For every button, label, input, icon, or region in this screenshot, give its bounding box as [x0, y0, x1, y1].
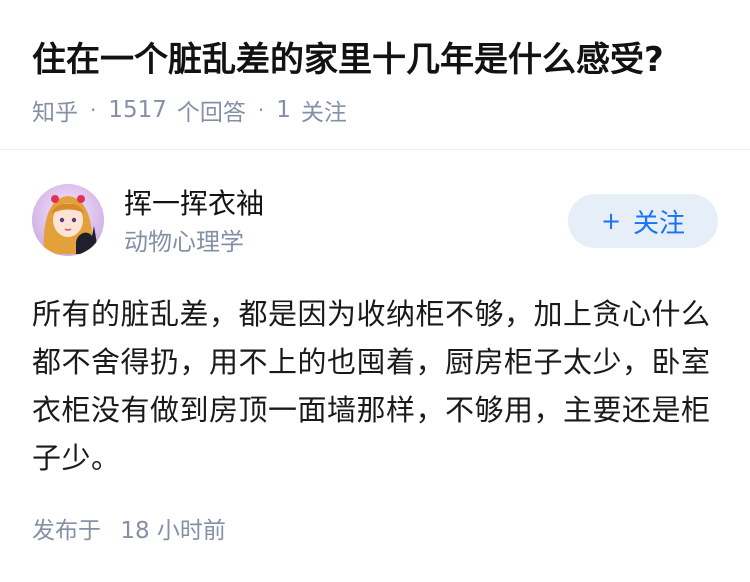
answer-count[interactable]: 1517	[108, 97, 167, 123]
meta-separator: ·	[257, 98, 265, 122]
publish-label: 发布于	[32, 518, 101, 544]
answer-time: 发布于 18 小时前	[32, 514, 226, 548]
answer-author: 挥一挥衣袖 动物心理学 + 关注	[32, 184, 718, 260]
publish-time: 18 小时前	[120, 518, 226, 544]
follow-button-label: 关注	[633, 208, 686, 239]
question-meta: 知乎 · 1517 个回答 · 1 关注	[32, 92, 347, 128]
avatar[interactable]	[32, 184, 104, 256]
plus-icon: +	[600, 207, 622, 235]
meta-separator: ·	[90, 98, 97, 122]
answer-count-label[interactable]: 个回答	[177, 93, 246, 127]
author-name[interactable]: 挥一挥衣袖	[124, 184, 264, 224]
question-header: 住在一个脏乱差的家里十几年是什么感受? 知乎 · 1517 个回答 · 1 关注	[0, 0, 750, 150]
answer-content[interactable]: 所有的脏乱差，都是因为收纳柜不够，加上贪心什么都不舍得扔，用不上的也囤着，厨房柜…	[32, 290, 718, 482]
follow-button[interactable]: + 关注	[568, 194, 718, 248]
author-bio: 动物心理学	[124, 228, 244, 256]
anime-girl-avatar-icon	[32, 184, 104, 256]
question-title[interactable]: 住在一个脏乱差的家里十几年是什么感受?	[32, 36, 732, 84]
source-label[interactable]: 知乎	[32, 93, 78, 127]
follow-count[interactable]: 1	[276, 97, 291, 123]
follow-count-label[interactable]: 关注	[301, 93, 347, 127]
